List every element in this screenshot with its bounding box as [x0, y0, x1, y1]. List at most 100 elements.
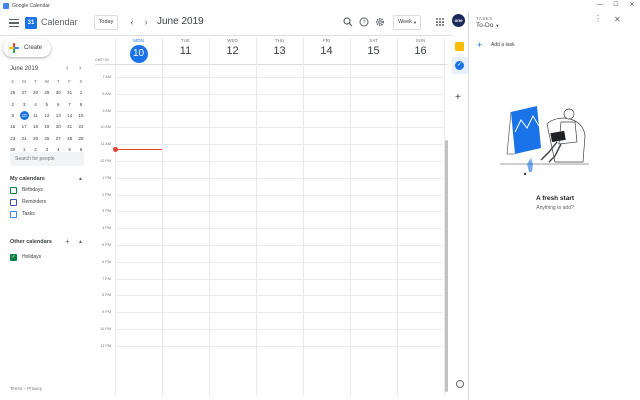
mini-prev-month-button[interactable]: ‹: [66, 65, 68, 72]
day-number[interactable]: 15: [350, 45, 397, 57]
mini-day[interactable]: 3: [18, 102, 29, 107]
search-icon[interactable]: [343, 17, 353, 27]
mini-day[interactable]: 17: [18, 124, 29, 129]
mini-day[interactable]: 27: [18, 90, 29, 95]
task-list-selector[interactable]: To-Do ▼: [476, 22, 499, 29]
hour-label: 6 PM: [102, 260, 111, 264]
tasks-panel-label: TASKS: [476, 16, 493, 21]
google-apps-icon[interactable]: [436, 18, 444, 26]
minimize-button[interactable]: —: [592, 0, 608, 11]
mini-day[interactable]: 30: [53, 90, 64, 95]
settings-gear-icon[interactable]: [375, 17, 385, 27]
get-addons-plus-icon[interactable]: +: [455, 92, 461, 103]
view-selector[interactable]: Week ▼: [393, 15, 421, 30]
today-button[interactable]: Today: [94, 15, 118, 30]
mini-day[interactable]: 26: [7, 90, 18, 95]
day-number[interactable]: 10: [115, 45, 162, 63]
mini-day[interactable]: 28: [64, 136, 75, 141]
mini-day[interactable]: 6: [53, 102, 64, 107]
calendar-item-holidays[interactable]: ✓ Holidays: [10, 253, 41, 261]
day-number[interactable]: 13: [256, 45, 303, 57]
day-column-header[interactable]: THU 13: [256, 38, 303, 57]
search-people-input[interactable]: Search for people: [10, 152, 84, 166]
create-button-label: Create: [24, 45, 43, 51]
day-number[interactable]: 14: [303, 45, 350, 57]
day-column-header[interactable]: FRI 14: [303, 38, 350, 57]
my-calendars-header[interactable]: My calendars: [10, 176, 45, 182]
keep-icon[interactable]: [455, 42, 464, 51]
chevron-up-icon[interactable]: ▲: [78, 239, 83, 245]
hour-gridline: [115, 77, 443, 78]
mini-day[interactable]: 8: [75, 102, 86, 107]
calendar-checkbox[interactable]: [10, 186, 17, 194]
calendar-item-reminders[interactable]: Reminders: [10, 198, 46, 206]
mini-day[interactable]: 28: [30, 90, 41, 95]
chevron-down-icon: ▼: [413, 20, 417, 25]
mini-day[interactable]: 21: [64, 124, 75, 129]
create-button[interactable]: Create: [3, 39, 51, 57]
mini-day[interactable]: 19: [41, 124, 52, 129]
mini-day[interactable]: 25: [30, 136, 41, 141]
mini-day[interactable]: 24: [18, 136, 29, 141]
grid-scrollbar[interactable]: [445, 140, 448, 392]
calendar-checkbox-checked[interactable]: ✓: [10, 253, 17, 261]
mini-next-month-button[interactable]: ›: [79, 65, 81, 72]
calendar-item-tasks[interactable]: Tasks: [10, 210, 35, 218]
mini-weekday-row: S M T W T F S: [7, 76, 87, 87]
hour-gridline: [115, 161, 443, 162]
calendar-checkbox[interactable]: [10, 198, 17, 206]
help-icon[interactable]: ?: [359, 17, 369, 27]
mini-day[interactable]: 18: [30, 124, 41, 129]
add-task-button[interactable]: + Add a task: [477, 40, 515, 50]
day-number[interactable]: 12: [209, 45, 256, 57]
day-number[interactable]: 16: [397, 45, 444, 57]
day-column-header[interactable]: WED 12: [209, 38, 256, 57]
hour-label: 8 AM: [102, 92, 111, 96]
calendar-item-birthdays[interactable]: Birthdays: [10, 186, 43, 194]
mini-day[interactable]: 2: [7, 102, 18, 107]
mini-day[interactable]: 1: [75, 90, 86, 95]
mini-day[interactable]: 29: [41, 90, 52, 95]
previous-week-button[interactable]: ‹: [127, 16, 137, 28]
mini-day[interactable]: 4: [30, 102, 41, 107]
mini-day[interactable]: 29: [75, 136, 86, 141]
next-week-button[interactable]: ›: [141, 16, 151, 28]
mini-day[interactable]: 13: [53, 113, 64, 118]
day-number[interactable]: 11: [162, 45, 209, 57]
mini-day[interactable]: 9: [7, 113, 18, 118]
mini-day[interactable]: 31: [64, 90, 75, 95]
day-column-header[interactable]: SAT 15: [350, 38, 397, 57]
mini-day[interactable]: 5: [41, 102, 52, 107]
mini-day[interactable]: 26: [41, 136, 52, 141]
tasks-icon[interactable]: ✓: [455, 61, 464, 70]
mini-day[interactable]: 16: [7, 124, 18, 129]
mini-day[interactable]: 12: [41, 113, 52, 118]
terms-privacy-links[interactable]: Terms – Privacy: [10, 386, 42, 391]
main-menu-icon[interactable]: [8, 17, 20, 29]
day-column-header[interactable]: SUN 16: [397, 38, 444, 57]
mini-day[interactable]: 7: [64, 102, 75, 107]
chevron-up-icon[interactable]: ▲: [78, 176, 83, 182]
maximize-button[interactable]: ☐: [608, 0, 624, 11]
mini-day[interactable]: 22: [75, 124, 86, 129]
info-icon[interactable]: ›: [456, 380, 464, 388]
mini-weekday: S: [79, 79, 83, 85]
day-column-header[interactable]: MON 10: [115, 38, 162, 63]
day-column-header[interactable]: TUE 11: [162, 38, 209, 57]
account-avatar[interactable]: one: [452, 14, 465, 27]
more-options-icon[interactable]: ⋮: [594, 14, 602, 23]
mini-day[interactable]: 10: [18, 111, 29, 121]
mini-day[interactable]: 23: [7, 136, 18, 141]
mini-day[interactable]: 14: [64, 113, 75, 118]
calendar-name: Reminders: [22, 199, 47, 205]
mini-day[interactable]: 11: [30, 113, 41, 118]
close-window-button[interactable]: ✕: [624, 0, 640, 11]
mini-day[interactable]: 27: [53, 136, 64, 141]
mini-day[interactable]: 20: [53, 124, 64, 129]
add-calendar-plus-icon[interactable]: +: [65, 237, 70, 246]
other-calendars-header[interactable]: Other calendars: [10, 239, 52, 245]
close-panel-icon[interactable]: ✕: [614, 15, 621, 24]
calendar-checkbox[interactable]: [10, 210, 17, 218]
hour-label: 12 PM: [100, 159, 111, 163]
mini-day[interactable]: 15: [75, 113, 86, 118]
